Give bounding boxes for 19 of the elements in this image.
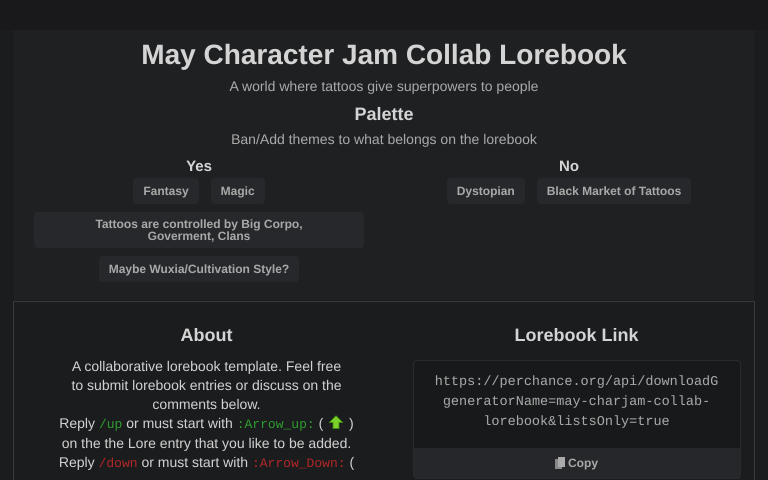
up-arrow-icon (327, 415, 346, 430)
lorebook-url[interactable]: https://perchance.org/api/downloadG generatorName=may-charjam-collab- lorebook&listsOnly=true (414, 361, 740, 448)
palette-heading: Palette (354, 103, 414, 126)
about-text: A collaborative lorebook template. Feel free to submit lorebook entries or discuss on the comments below. Reply /up or must start with :Arrow_up: ( ) on the the Lore entry that you like to be added. Reply /down or must start with :Arrow_Down: ( (58, 357, 354, 473)
copy-icon (555, 457, 565, 469)
theme-tag: Maybe Wuxia/Cultivation Style? (98, 256, 300, 282)
page-subtitle: A world where tattoos give superpowers to people (230, 77, 538, 95)
theme-tag: Magic (210, 178, 265, 204)
link-heading: Lorebook Link (514, 324, 638, 346)
about-heading: About (180, 324, 232, 346)
theme-tag: Tattoos are controlled by Big Corpo, Goverment, Clans (34, 212, 364, 248)
theme-tag: Black Market of Tattoos (536, 178, 692, 204)
theme-tag: Fantasy (133, 178, 199, 204)
column-heading: No (559, 158, 579, 176)
column-heading: Yes (186, 158, 212, 176)
copy-button[interactable]: Copy (414, 448, 740, 478)
theme-tag: Dystopian (446, 178, 525, 204)
palette-description: Ban/Add themes to what belongs on the lorebook (231, 130, 537, 148)
page-title: May Character Jam Collab Lorebook (141, 38, 627, 72)
